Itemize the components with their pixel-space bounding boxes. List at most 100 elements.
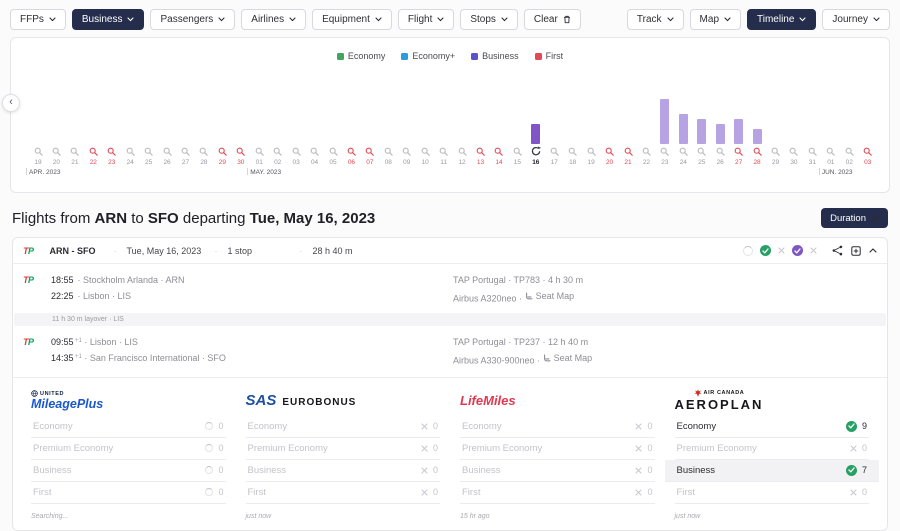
award-row-united-first: First0: [31, 482, 226, 504]
segment-time: 18:55: [51, 273, 75, 289]
search-icon[interactable]: [126, 146, 135, 156]
toolbar-button-map[interactable]: Map: [690, 9, 741, 30]
search-icon[interactable]: [365, 146, 374, 156]
search-icon[interactable]: [660, 146, 669, 156]
search-icon[interactable]: [163, 146, 172, 156]
search-icon[interactable]: [494, 146, 503, 156]
toolbar-button-passengers[interactable]: Passengers: [150, 9, 235, 30]
flight-segment: TP09:55+1 · Lisbon · LIS14:35+1 · San Fr…: [13, 328, 887, 369]
toolbar-button-ffps[interactable]: FFPs: [10, 9, 66, 30]
toolbar-button-airlines[interactable]: Airlines: [241, 9, 306, 30]
button-label: Clear: [534, 14, 558, 25]
seat-count: 7: [862, 465, 867, 475]
search-icon[interactable]: [144, 146, 153, 156]
bar-slot: [86, 94, 100, 144]
program-column-united: UNITEDMileagePlusEconomy0Premium Economy…: [21, 388, 236, 520]
seat-map-label: Seat Map: [536, 289, 575, 305]
legend-item-first: First: [535, 51, 564, 61]
timeline-day-27: 27: [732, 94, 746, 166]
search-icon[interactable]: [808, 146, 817, 156]
search-icon[interactable]: [458, 146, 467, 156]
bar-slot: [344, 94, 358, 144]
toolbar-button-track[interactable]: Track: [627, 9, 684, 30]
toolbar-button-stops[interactable]: Stops: [460, 9, 518, 30]
segment-line: 22:25 · Lisbon · LIS: [51, 289, 453, 305]
search-icon[interactable]: [587, 146, 596, 156]
layover-strip: 11 h 30 m layover · LIS: [14, 313, 886, 326]
search-icon[interactable]: [771, 146, 780, 156]
toolbar-button-journey[interactable]: Journey: [822, 9, 890, 30]
search-icon[interactable]: [89, 146, 98, 156]
availability-cell: 9: [846, 421, 867, 432]
chevron-down-icon: [49, 17, 56, 22]
day-label: 22: [90, 159, 97, 166]
search-icon[interactable]: [181, 146, 190, 156]
timeline-day-30: 30: [787, 94, 801, 166]
search-icon[interactable]: [697, 146, 706, 156]
duration-sort-button[interactable]: Duration: [821, 208, 888, 228]
search-icon[interactable]: [753, 146, 762, 156]
search-icon[interactable]: [513, 146, 522, 156]
search-icon[interactable]: [347, 146, 356, 156]
search-icon[interactable]: [34, 146, 43, 156]
search-icon[interactable]: [679, 146, 688, 156]
seat-count: 0: [218, 443, 223, 453]
add-compare-icon[interactable]: [851, 246, 861, 256]
day-label: 06: [348, 159, 355, 166]
button-label: FFPs: [20, 14, 44, 25]
search-icon[interactable]: [421, 146, 430, 156]
search-icon[interactable]: [789, 146, 798, 156]
search-icon[interactable]: [734, 146, 743, 156]
toolbar-button-business[interactable]: Business: [72, 9, 145, 30]
toolbar-button-clear[interactable]: Clear: [524, 9, 581, 30]
search-icon[interactable]: [107, 146, 116, 156]
toolbar-button-equipment[interactable]: Equipment: [312, 9, 392, 30]
search-icon[interactable]: [329, 146, 338, 156]
search-icon[interactable]: [384, 146, 393, 156]
seat-map-link[interactable]: Seat Map: [525, 289, 575, 305]
refresh-icon[interactable]: [531, 146, 541, 156]
search-icon[interactable]: [70, 146, 79, 156]
collapse-chevron-icon[interactable]: [869, 248, 877, 253]
timeline-prev-button[interactable]: ‹: [2, 94, 20, 112]
search-icon[interactable]: [826, 146, 835, 156]
award-row-lifemiles-economy: Economy0: [460, 416, 655, 438]
search-icon[interactable]: [310, 146, 319, 156]
seat-map-link[interactable]: Seat Map: [543, 351, 593, 367]
status-x-icon: [778, 247, 785, 254]
availability-cell: 7: [846, 465, 867, 476]
search-icon[interactable]: [863, 146, 872, 156]
search-icon[interactable]: [439, 146, 448, 156]
share-icon[interactable]: [832, 245, 843, 256]
program-status-text: 15 hr ago: [460, 513, 655, 520]
search-icon[interactable]: [199, 146, 208, 156]
search-icon[interactable]: [292, 146, 301, 156]
search-icon[interactable]: [605, 146, 614, 156]
search-icon[interactable]: [845, 146, 854, 156]
search-icon[interactable]: [218, 146, 227, 156]
title-part: departing: [183, 210, 246, 227]
program-status-text: Searching...: [31, 513, 226, 520]
month-label: JUN. 2023: [822, 169, 853, 176]
search-icon[interactable]: [716, 146, 725, 156]
search-icon[interactable]: [550, 146, 559, 156]
award-row-sas-eurobonus-business: Business0: [246, 460, 441, 482]
search-icon[interactable]: [476, 146, 485, 156]
seat-count: 9: [862, 421, 867, 431]
search-icon[interactable]: [568, 146, 577, 156]
bar-slot: [142, 94, 156, 144]
search-icon[interactable]: [642, 146, 651, 156]
search-icon[interactable]: [624, 146, 633, 156]
search-icon[interactable]: [255, 146, 264, 156]
bar-slot: [676, 94, 690, 144]
award-row-united-economy: Economy0: [31, 416, 226, 438]
search-icon[interactable]: [236, 146, 245, 156]
search-icon[interactable]: [402, 146, 411, 156]
toolbar-button-flight[interactable]: Flight: [398, 9, 454, 30]
day-label: 03: [864, 159, 871, 166]
toolbar-button-timeline[interactable]: Timeline: [747, 9, 816, 30]
flight-summary-row[interactable]: TP ARN - SFO·Tue, May 16, 2023·1 stop·28…: [13, 238, 887, 264]
search-icon[interactable]: [273, 146, 282, 156]
timeline-days: 19APR. 2023202122232425262728293001MAY. …: [31, 94, 875, 166]
search-icon[interactable]: [52, 146, 61, 156]
